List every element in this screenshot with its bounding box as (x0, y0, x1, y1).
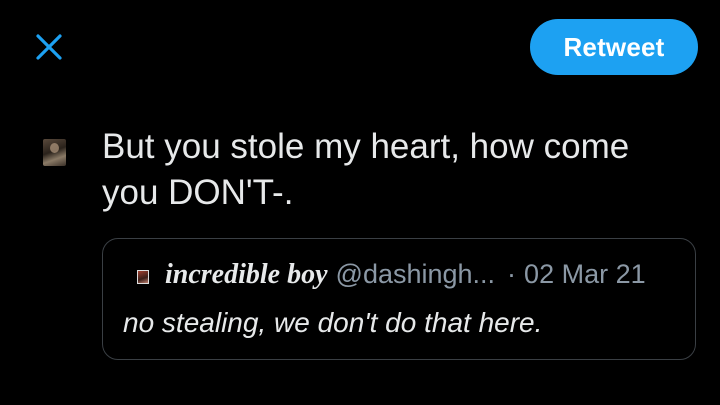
quoted-tweet-card[interactable]: incredible boy @dashingh... · 02 Mar 21 … (102, 238, 696, 360)
compose-retweet-screen: Retweet But you stole my heart, how come… (0, 0, 720, 405)
dot-separator: · (507, 259, 517, 289)
retweet-button[interactable]: Retweet (530, 19, 698, 75)
quoted-user-name: incredible boy (165, 259, 328, 290)
compose-text-input[interactable]: But you stole my heart, how come you DON… (102, 124, 692, 216)
quoted-user-handle: @dashingh... (335, 259, 496, 289)
quoted-tweet-date: 02 Mar 21 (524, 259, 646, 289)
close-icon (36, 34, 62, 60)
user-avatar (43, 139, 66, 166)
close-button[interactable] (30, 28, 68, 66)
quoted-user-avatar (137, 270, 149, 284)
quoted-tweet-text: no stealing, we don't do that here. (123, 307, 543, 338)
quoted-tweet-header: incredible boy @dashingh... · 02 Mar 21 (137, 259, 646, 291)
